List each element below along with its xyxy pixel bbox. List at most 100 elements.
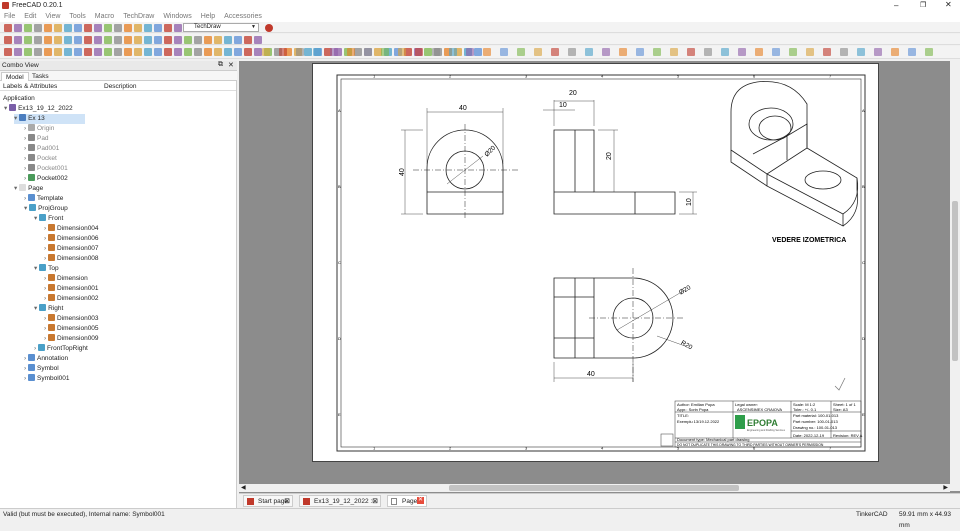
toolbar-button-icon[interactable]	[54, 36, 62, 44]
toolbar-button-icon[interactable]	[64, 24, 72, 32]
toolbar-button-icon[interactable]	[164, 36, 172, 44]
toolbar-button-icon[interactable]	[254, 48, 262, 56]
close-tab-icon[interactable]: ⊠	[284, 496, 290, 508]
tree-item[interactable]: ▾ Ex 13	[14, 114, 85, 124]
toolbar-button-icon[interactable]	[224, 36, 232, 44]
toolbar-button-icon[interactable]	[204, 48, 212, 56]
techdraw-tool-icon[interactable]	[330, 48, 338, 56]
tree-item[interactable]: › Dimension008	[44, 254, 99, 264]
techdraw-tool-icon[interactable]	[755, 48, 763, 56]
tree-item[interactable]: ▾ Page	[14, 184, 43, 194]
workbench-selector[interactable]: TechDraw ▼	[183, 23, 259, 32]
tree-item[interactable]: › Dimension003	[44, 314, 99, 324]
tree-item[interactable]: › Dimension006	[44, 234, 99, 244]
close-icon[interactable]: ✕	[945, 0, 952, 9]
techdraw-tool-icon[interactable]	[347, 48, 355, 56]
techdraw-tool-icon[interactable]	[500, 48, 508, 56]
doc-tab-page[interactable]: Page* ✕	[387, 495, 427, 507]
toolbar-button-icon[interactable]	[64, 48, 72, 56]
toolbar-button-icon[interactable]	[74, 48, 82, 56]
tree-item[interactable]: ▾ Ex13_19_12_2022	[4, 104, 73, 114]
tree-item[interactable]: › Annotation	[24, 354, 68, 364]
toolbar-button-icon[interactable]	[214, 48, 222, 56]
techdraw-tool-icon[interactable]	[313, 48, 321, 56]
tree-item[interactable]: › Dimension001	[44, 284, 99, 294]
toolbar-button-icon[interactable]	[194, 48, 202, 56]
menu-windows[interactable]: Windows	[163, 12, 191, 22]
toolbar-button-icon[interactable]	[4, 24, 12, 32]
toolbar-button-icon[interactable]	[64, 36, 72, 44]
toolbar-button-icon[interactable]	[154, 36, 162, 44]
toolbar-button-icon[interactable]	[84, 36, 92, 44]
toolbar-button-icon[interactable]	[94, 24, 102, 32]
tab-tasks[interactable]: Tasks	[28, 72, 53, 81]
techdraw-tool-icon[interactable]	[908, 48, 916, 56]
techdraw-tool-icon[interactable]	[568, 48, 576, 56]
toolbar-button-icon[interactable]	[34, 24, 42, 32]
toolbar-button-icon[interactable]	[144, 24, 152, 32]
doc-tab-start-page[interactable]: Start page ⊠	[243, 495, 293, 507]
horizontal-scrollbar[interactable]: ◀ ▶	[239, 484, 950, 492]
toolbar-button-icon[interactable]	[54, 48, 62, 56]
techdraw-tool-icon[interactable]	[772, 48, 780, 56]
tree-item[interactable]: › Dimension009	[44, 334, 99, 344]
toolbar-button-icon[interactable]	[34, 48, 42, 56]
toolbar-button-icon[interactable]	[234, 48, 242, 56]
menu-view[interactable]: View	[45, 12, 60, 22]
tree-item[interactable]: ▾ Right	[34, 304, 63, 314]
toolbar-button-icon[interactable]	[104, 48, 112, 56]
tree-item[interactable]: › Dimension005	[44, 324, 99, 334]
toolbar-button-icon[interactable]	[424, 48, 432, 56]
menu-accessories[interactable]: Accessories	[224, 12, 262, 22]
float-icon[interactable]: ⧉	[218, 61, 223, 69]
tree-item[interactable]: ▾ Top	[34, 264, 59, 274]
toolbar-button-icon[interactable]	[134, 48, 142, 56]
toolbar-button-icon[interactable]	[124, 24, 132, 32]
drawing-sheet[interactable]: 11223344556677AABBCCDDEE 40 40 Ø20 20 10…	[312, 63, 879, 462]
minimize-icon[interactable]: –	[894, 1, 898, 10]
toolbar-button-icon[interactable]	[174, 36, 182, 44]
techdraw-tool-icon[interactable]	[279, 48, 287, 56]
toolbar-button-icon[interactable]	[44, 48, 52, 56]
toolbar-button-icon[interactable]	[244, 36, 252, 44]
techdraw-tool-icon[interactable]	[721, 48, 729, 56]
maximize-icon[interactable]: ❐	[920, 1, 926, 9]
toolbar-button-icon[interactable]	[94, 48, 102, 56]
scroll-left-icon[interactable]: ◀	[241, 484, 246, 491]
toolbar-button-icon[interactable]	[124, 48, 132, 56]
toolbar-button-icon[interactable]	[224, 48, 232, 56]
toolbar-button-icon[interactable]	[24, 36, 32, 44]
techdraw-tool-icon[interactable]	[619, 48, 627, 56]
techdraw-tool-icon[interactable]	[840, 48, 848, 56]
toolbar-button-icon[interactable]	[174, 24, 182, 32]
toolbar-button-icon[interactable]	[474, 48, 482, 56]
tree-item[interactable]: › Pad001	[24, 144, 59, 154]
techdraw-tool-icon[interactable]	[483, 48, 491, 56]
toolbar-button-icon[interactable]	[84, 24, 92, 32]
toolbar-button-icon[interactable]	[104, 24, 112, 32]
toolbar-button-icon[interactable]	[44, 36, 52, 44]
menu-techdraw[interactable]: TechDraw	[123, 12, 154, 22]
toolbar-button-icon[interactable]	[184, 36, 192, 44]
techdraw-tool-icon[interactable]	[602, 48, 610, 56]
toolbar-button-icon[interactable]	[14, 24, 22, 32]
toolbar-button-icon[interactable]	[134, 36, 142, 44]
techdraw-tool-icon[interactable]	[534, 48, 542, 56]
techdraw-tool-icon[interactable]	[925, 48, 933, 56]
toolbar-button-icon[interactable]	[154, 24, 162, 32]
toolbar-button-icon[interactable]	[34, 36, 42, 44]
toolbar-button-icon[interactable]	[4, 36, 12, 44]
toolbar-button-icon[interactable]	[24, 48, 32, 56]
menu-edit[interactable]: Edit	[24, 12, 36, 22]
toolbar-button-icon[interactable]	[114, 24, 122, 32]
toolbar-button-icon[interactable]	[174, 48, 182, 56]
tree-item[interactable]: ▾ Front	[34, 214, 63, 224]
toolbar-button-icon[interactable]	[194, 36, 202, 44]
tree-item[interactable]: ▾ ProjGroup	[24, 204, 68, 214]
close-tab-icon[interactable]: ✕	[417, 497, 424, 504]
tree-item[interactable]: › Template	[24, 194, 63, 204]
toolbar-button-icon[interactable]	[244, 48, 252, 56]
toolbar-button-icon[interactable]	[214, 36, 222, 44]
menu-file[interactable]: File	[4, 12, 15, 22]
toolbar-button-icon[interactable]	[74, 36, 82, 44]
